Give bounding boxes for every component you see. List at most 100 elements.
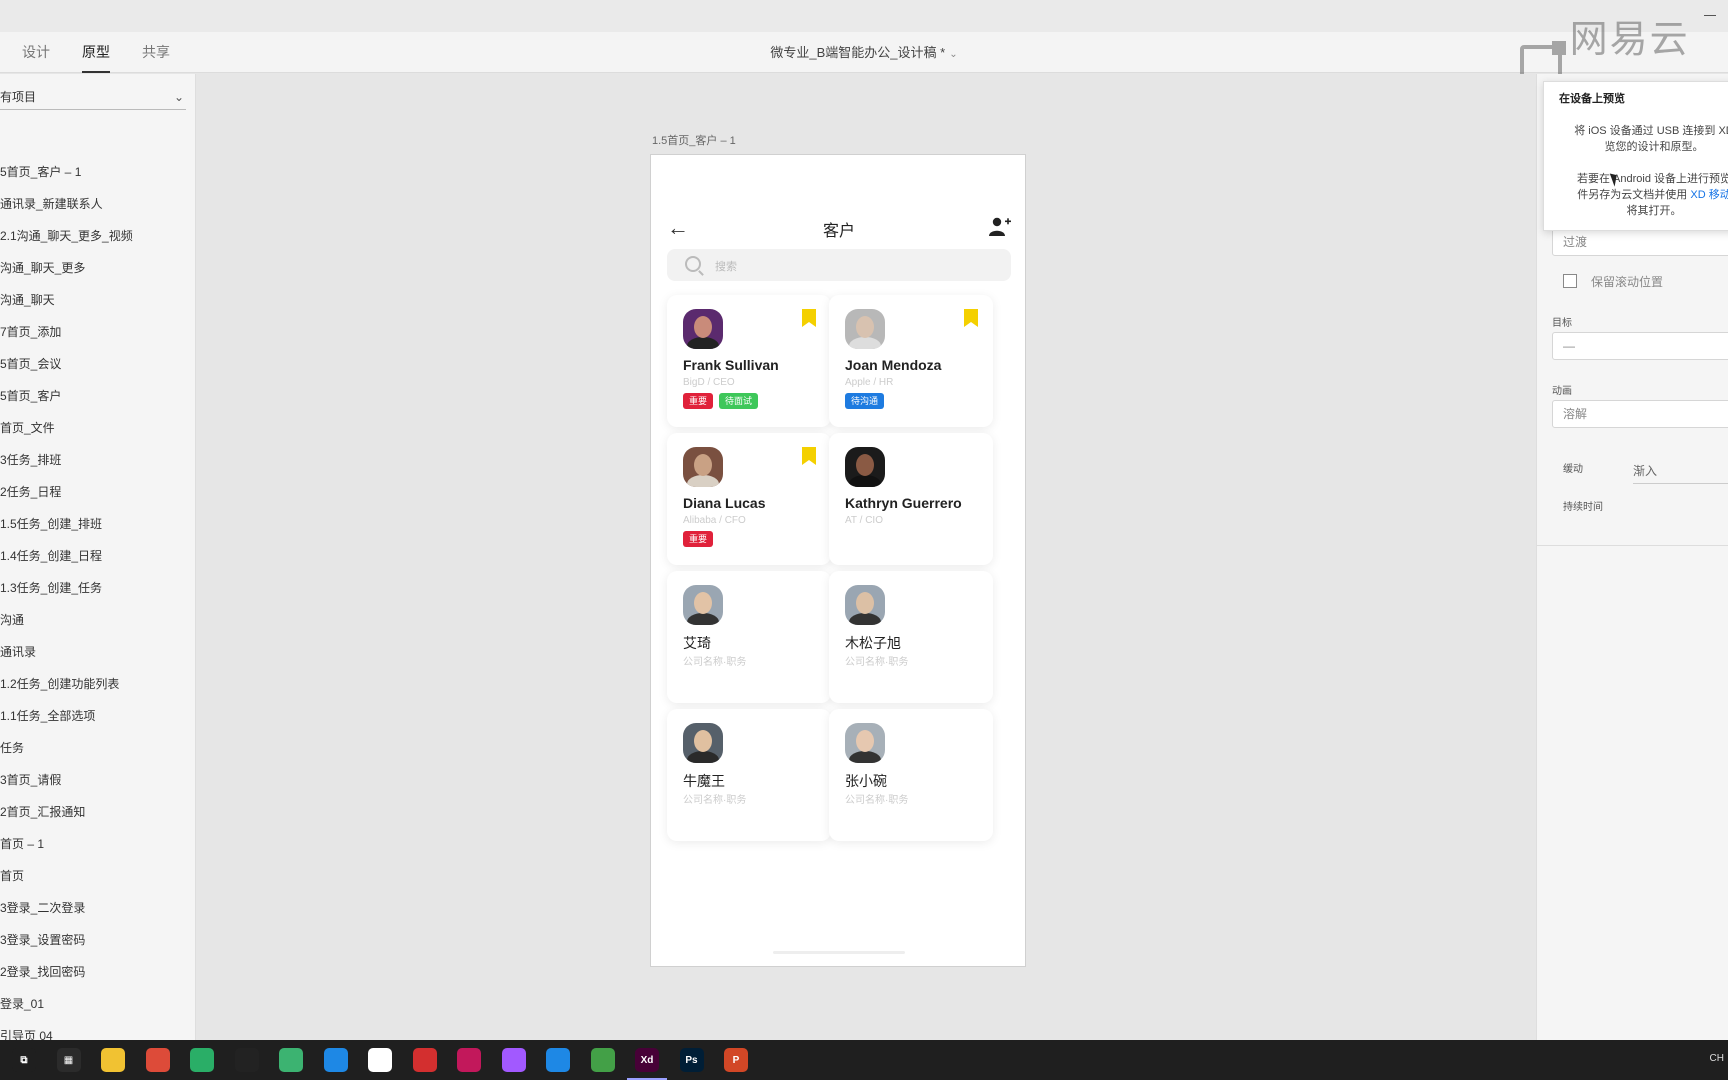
contact-card[interactable]: Kathryn Guerrero AT / CIO bbox=[829, 433, 993, 565]
document-title-text[interactable]: 微专业_B端智能办公_设计稿 * bbox=[770, 45, 945, 60]
popup-line-1: 将 iOS 设备通过 USB 连接到 XD bbox=[1574, 125, 1728, 137]
calendar-icon[interactable]: ▦ bbox=[56, 1048, 81, 1072]
wechat-icon[interactable] bbox=[190, 1048, 214, 1072]
avatar bbox=[683, 447, 723, 487]
artboard-list-item[interactable]: 引导页 04 bbox=[0, 1020, 195, 1040]
qq-icon[interactable] bbox=[234, 1048, 259, 1072]
artboard[interactable]: ← 客户 搜索 Frank Sullivan BigD / CEO 重要 待面试 Joa… bbox=[650, 154, 1026, 967]
artboard-list-item[interactable]: 沟通 bbox=[0, 604, 195, 636]
bookmark-icon[interactable] bbox=[964, 309, 978, 327]
file-explorer-icon[interactable] bbox=[101, 1048, 125, 1072]
back-arrow-icon[interactable]: ← bbox=[667, 215, 689, 241]
artboard-list-item[interactable]: 2首页_汇报通知 bbox=[0, 796, 195, 828]
green-app-icon[interactable] bbox=[590, 1048, 615, 1072]
contact-name: 张小碗 bbox=[845, 773, 887, 789]
target-label: 目标 bbox=[1552, 318, 1572, 329]
contact-card[interactable]: 张小碗 公司名称·职务 bbox=[829, 709, 993, 841]
avatar-face bbox=[856, 454, 874, 476]
avatar-shoulders bbox=[687, 475, 719, 487]
artboard-list-item[interactable]: 2.1沟通_聊天_更多_视频 bbox=[0, 220, 195, 252]
artboard-list: 5首页_客户 – 1 通讯录_新建联系人 2.1沟通_聊天_更多_视频 沟通_聊天_更… bbox=[0, 156, 195, 1040]
cloud-sync-icon[interactable] bbox=[279, 1048, 303, 1072]
tab-share[interactable]: 共享 bbox=[142, 32, 170, 73]
bookmark-icon[interactable] bbox=[802, 309, 816, 327]
preserve-scroll-checkbox[interactable] bbox=[1563, 274, 1577, 288]
contact-card[interactable]: Frank Sullivan BigD / CEO 重要 待面试 bbox=[667, 295, 831, 427]
animation-dropdown[interactable]: 溶解 bbox=[1552, 400, 1728, 428]
artboard-list-item[interactable]: 3首页_请假 bbox=[0, 764, 195, 796]
chevron-down-icon: ⌄ bbox=[173, 90, 184, 104]
artboard-list-item[interactable]: 1.2任务_创建功能列表 bbox=[0, 668, 195, 700]
artboard-list-item[interactable]: 5首页_客户 – 1 bbox=[0, 156, 195, 188]
preserve-scroll-label: 保留滚动位置 bbox=[1591, 275, 1664, 289]
panel-divider bbox=[1537, 545, 1728, 546]
artboard-list-item[interactable]: 通讯录_新建联系人 bbox=[0, 188, 195, 220]
avatar-face bbox=[856, 730, 874, 752]
avatar-face bbox=[694, 454, 712, 476]
artboard-list-item[interactable]: 首页 – 1 bbox=[0, 828, 195, 860]
artboard-list-item[interactable]: 1.4任务_创建_日程 bbox=[0, 540, 195, 572]
artboard-list-item[interactable]: 首页_文件 bbox=[0, 412, 195, 444]
artboard-list-item[interactable]: 2登录_找回密码 bbox=[0, 956, 195, 988]
target-dropdown[interactable]: — bbox=[1552, 332, 1728, 360]
artboard-list-item[interactable]: 2任务_日程 bbox=[0, 476, 195, 508]
contact-company-role: 公司名称·职务 bbox=[683, 795, 747, 806]
artboard-label[interactable]: 1.5首页_客户 – 1 bbox=[652, 132, 736, 148]
artboard-list-item[interactable]: 5首页_会议 bbox=[0, 348, 195, 380]
artboard-list-item[interactable]: 3登录_二次登录 bbox=[0, 892, 195, 924]
avatar bbox=[683, 585, 723, 625]
ime-indicator[interactable]: CH bbox=[1710, 1053, 1724, 1064]
avatar bbox=[845, 309, 885, 349]
chevron-down-icon[interactable]: ⌄ bbox=[949, 49, 957, 60]
artboard-list-item[interactable]: 通讯录 bbox=[0, 636, 195, 668]
bookmark-icon[interactable] bbox=[802, 447, 816, 465]
top-toolbar: 设计 原型 共享 微专业_B端智能办公_设计稿 * ⌄ bbox=[0, 32, 1728, 73]
popup-line-2: 览您的设计和原型。 bbox=[1604, 141, 1704, 153]
contact-card[interactable]: Diana Lucas Alibaba / CFO 重要 bbox=[667, 433, 831, 565]
figma-icon[interactable] bbox=[501, 1048, 526, 1072]
artboard-list-item[interactable]: 3登录_设置密码 bbox=[0, 924, 195, 956]
artboard-list-item[interactable]: 1.5任务_创建_排班 bbox=[0, 508, 195, 540]
tab-design[interactable]: 设计 bbox=[22, 32, 50, 73]
contact-card[interactable]: 艾琦 公司名称·职务 bbox=[667, 571, 831, 703]
contact-name: 艾琦 bbox=[683, 635, 711, 651]
artboard-list-item[interactable]: 沟通_聊天_更多 bbox=[0, 252, 195, 284]
trigger-type-field[interactable]: 过渡 bbox=[1552, 228, 1728, 256]
paper-plane-icon[interactable] bbox=[457, 1048, 481, 1072]
search-app-icon[interactable] bbox=[546, 1048, 570, 1072]
red-app-icon[interactable] bbox=[412, 1048, 437, 1072]
adobe-xd-icon[interactable]: Xd bbox=[627, 1048, 667, 1080]
edge-icon[interactable] bbox=[323, 1048, 348, 1072]
avatar bbox=[683, 309, 723, 349]
artboard-filter-dropdown[interactable]: 有项目 ⌄ bbox=[0, 84, 186, 110]
mode-tabs: 设计 原型 共享 bbox=[22, 32, 202, 73]
artboard-list-item[interactable]: 3任务_排班 bbox=[0, 444, 195, 476]
avatar-shoulders bbox=[849, 613, 881, 625]
artboard-list-item[interactable]: 首页 bbox=[0, 860, 195, 892]
artboard-list-item[interactable]: 沟通_聊天 bbox=[0, 284, 195, 316]
artboard-list-item[interactable]: 7首页_添加 bbox=[0, 316, 195, 348]
artboard-list-item[interactable]: 1.3任务_创建_任务 bbox=[0, 572, 195, 604]
contact-card[interactable]: 木松子旭 公司名称·职务 bbox=[829, 571, 993, 703]
document-title: 微专业_B端智能办公_设计稿 * ⌄ bbox=[0, 32, 1728, 75]
status-badge: 重要 bbox=[683, 531, 714, 547]
add-user-icon[interactable] bbox=[989, 217, 1011, 237]
artboard-list-item[interactable]: 任务 bbox=[0, 732, 195, 764]
artboard-list-item[interactable]: 1.1任务_全部选项 bbox=[0, 700, 195, 732]
contact-card[interactable]: Joan Mendoza Apple / HR 待沟通 bbox=[829, 295, 993, 427]
task-view-icon[interactable]: ⧉ bbox=[12, 1048, 36, 1072]
xd-mobile-link[interactable]: XD 移动 bbox=[1690, 189, 1728, 201]
chrome-icon[interactable] bbox=[145, 1048, 170, 1072]
artboard-list-item[interactable]: 登录_01 bbox=[0, 988, 195, 1020]
canvas[interactable]: 1.5首页_客户 – 1 ← 客户 搜索 Frank Sullivan BigD … bbox=[196, 74, 1536, 1040]
avatar bbox=[845, 723, 885, 763]
contact-company-role: Alibaba / CFO bbox=[683, 515, 746, 526]
artboard-list-item[interactable]: 5首页_客户 bbox=[0, 380, 195, 412]
tab-prototype[interactable]: 原型 bbox=[82, 32, 110, 73]
powerpoint-icon[interactable]: P bbox=[724, 1048, 748, 1072]
contact-card[interactable]: 牛魔王 公司名称·职务 bbox=[667, 709, 831, 841]
baidu-netdisk-icon[interactable] bbox=[368, 1048, 392, 1072]
search-bar[interactable]: 搜索 bbox=[667, 249, 1011, 281]
photoshop-icon[interactable]: Ps bbox=[679, 1048, 704, 1072]
easing-dropdown[interactable]: 渐入 bbox=[1633, 462, 1657, 479]
